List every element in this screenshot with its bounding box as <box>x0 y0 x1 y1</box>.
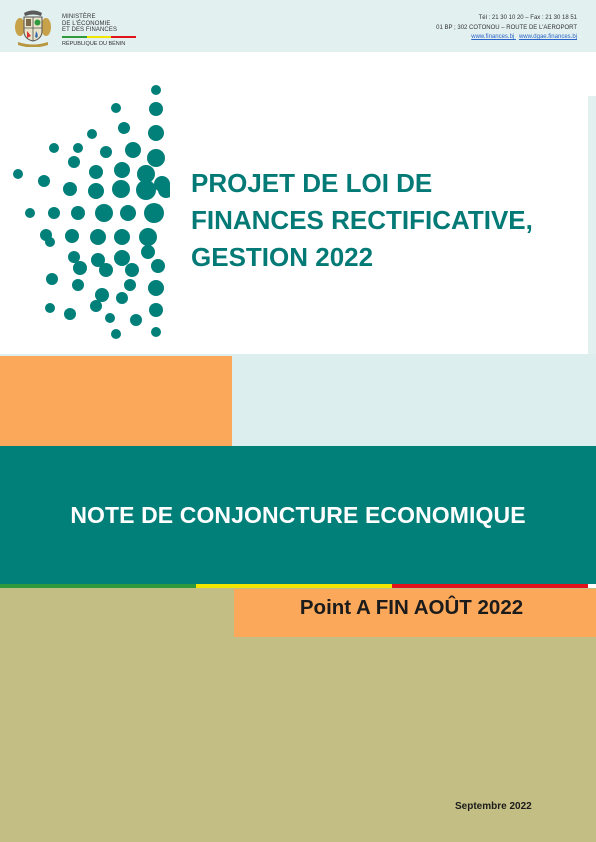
decorative-dot <box>147 149 165 167</box>
decorative-dot <box>48 207 60 219</box>
decorative-dot <box>65 229 79 243</box>
main-title: PROJET DE LOI DE FINANCES RECTIFICATIVE,… <box>191 165 581 276</box>
decorative-dot <box>89 165 103 179</box>
link-finances[interactable]: www.finances.bj <box>471 34 514 40</box>
decorative-dot <box>116 292 128 304</box>
decorative-dot <box>38 175 50 187</box>
decorative-dot <box>63 182 77 196</box>
decorative-dot <box>149 303 163 317</box>
ministry-line-2: de l'Économie <box>62 20 111 27</box>
decorative-dot <box>71 206 85 220</box>
decorative-dot <box>73 261 87 275</box>
decorative-dot <box>49 143 59 153</box>
decorative-dot <box>141 245 155 259</box>
decorative-dot <box>111 103 121 113</box>
decorative-dot <box>68 251 80 263</box>
decorative-dot <box>68 156 80 168</box>
decorative-dot <box>73 143 83 153</box>
decorative-dot <box>111 329 121 339</box>
decorative-dot <box>149 102 163 116</box>
decorative-dot <box>112 180 130 198</box>
decorative-dot <box>90 300 102 312</box>
decorative-dot <box>95 288 109 302</box>
decorative-dot <box>114 229 130 245</box>
decorative-dot <box>124 279 136 291</box>
decorative-dot <box>45 237 55 247</box>
decorative-dot <box>88 183 104 199</box>
decorative-dot <box>114 250 130 266</box>
right-edge-strip <box>588 96 596 356</box>
contact-block: Tél : 21 30 10 20 – Fax : 21 30 18 51 01… <box>436 14 577 43</box>
ministry-line-3: et des Finances <box>62 27 118 34</box>
contact-links: www.finances.bj www.dgae.finances.bj <box>436 33 577 43</box>
ministry-line-1: Ministère <box>62 14 96 20</box>
decorative-dot <box>64 308 76 320</box>
contact-address: 01 BP ; 302 COTONOU – ROUTE DE L'AEROPOR… <box>436 24 577 31</box>
benin-coat-of-arms-icon <box>15 10 51 47</box>
decorative-dot <box>45 303 55 313</box>
decorative-dot <box>136 180 156 200</box>
title-line-2: FINANCES RECTIFICATIVE, <box>191 205 533 235</box>
ministry-flag-rule <box>62 36 137 38</box>
decorative-dot <box>151 85 161 95</box>
dots-pattern-icon <box>13 85 170 339</box>
decorative-dot <box>125 263 139 277</box>
decorative-dot <box>13 169 23 179</box>
decorative-dot <box>100 146 112 158</box>
decorative-dot <box>120 205 136 221</box>
decorative-dot <box>151 327 161 337</box>
decorative-dot <box>118 122 130 134</box>
decorative-dot <box>46 273 58 285</box>
point-subtitle: Point A FIN AOÛT 2022 <box>299 596 524 619</box>
publication-date: Septembre 2022 <box>455 801 532 812</box>
orange-block <box>0 356 232 448</box>
decorative-dot <box>72 279 84 291</box>
decorative-dot <box>148 125 164 141</box>
contact-phone: Tél : 21 30 10 20 – Fax : 21 30 18 51 <box>478 15 577 21</box>
decorative-dot <box>95 204 113 222</box>
decorative-dot <box>90 229 106 245</box>
ministry-name: Ministère de l'Économie et des Finances <box>62 14 117 34</box>
title-line-1: PROJET DE LOI DE <box>191 168 433 198</box>
decorative-dot <box>151 259 165 273</box>
decorative-dot <box>148 280 164 296</box>
decorative-dot <box>25 208 35 218</box>
decorative-dot <box>125 142 141 158</box>
decorative-dot <box>139 228 157 246</box>
title-line-3: GESTION 2022 <box>191 242 374 272</box>
link-dgae[interactable]: www.dgae.finances.bj <box>519 34 577 40</box>
republic-name: République du Bénin <box>62 41 126 47</box>
note-title: NOTE DE CONJONCTURE ECONOMIQUE <box>70 502 526 528</box>
decorative-dot <box>114 162 130 178</box>
decorative-dot <box>99 263 113 277</box>
decorative-dot <box>144 203 164 223</box>
decorative-dot <box>87 129 97 139</box>
letterhead: Ministère de l'Économie et des Finances … <box>0 0 596 52</box>
decorative-dot <box>130 314 142 326</box>
decorative-dot <box>105 313 115 323</box>
